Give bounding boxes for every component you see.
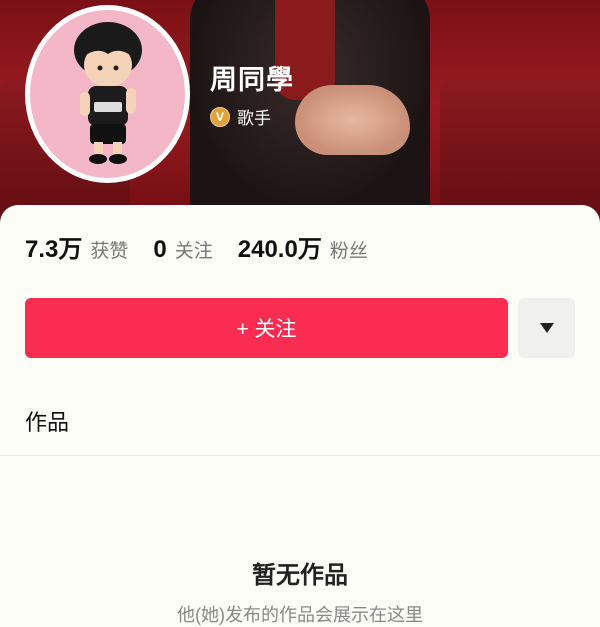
caret-down-icon <box>539 323 554 333</box>
follow-button-label: + 关注 <box>236 318 297 341</box>
profile-name: 周同學 <box>210 65 294 95</box>
empty-state-title: 暂无作品 <box>252 562 348 589</box>
stat-followers[interactable]: 240.0万 粉丝 <box>238 229 368 264</box>
stat-likes[interactable]: 7.3万 获赞 <box>25 229 128 264</box>
stat-likes-value: 7.3万 <box>25 236 83 263</box>
stat-following-label: 关注 <box>174 241 213 262</box>
stat-following[interactable]: 0 关注 <box>153 236 212 264</box>
profile-content-card: 7.3万 获赞 0 关注 240.0万 粉丝 + 关注 作品 暂无作品 他(她)… <box>0 205 600 625</box>
more-options-button[interactable] <box>518 298 575 358</box>
stat-followers-value: 240.0万 <box>237 236 322 263</box>
avatar-figure-illustration <box>74 22 142 164</box>
tab-works[interactable]: 作品 <box>25 405 69 437</box>
stat-likes-label: 获赞 <box>90 241 129 262</box>
profile-badge-label: 歌手 <box>237 109 271 128</box>
avatar[interactable] <box>25 5 190 183</box>
stats-row: 7.3万 获赞 0 关注 240.0万 粉丝 <box>25 229 393 264</box>
empty-state-subtitle: 他(她)发布的作品会展示在这里 <box>177 605 423 625</box>
tab-divider <box>0 455 600 456</box>
follow-button[interactable]: + 关注 <box>25 298 508 358</box>
profile-banner: 周同學 V 歌手 <box>0 0 600 230</box>
profile-badge: V 歌手 <box>210 104 271 129</box>
verified-v-icon: V <box>210 106 230 127</box>
stat-followers-label: 粉丝 <box>329 241 368 262</box>
banner-photo-hands <box>295 85 410 155</box>
stat-following-value: 0 <box>153 236 167 263</box>
